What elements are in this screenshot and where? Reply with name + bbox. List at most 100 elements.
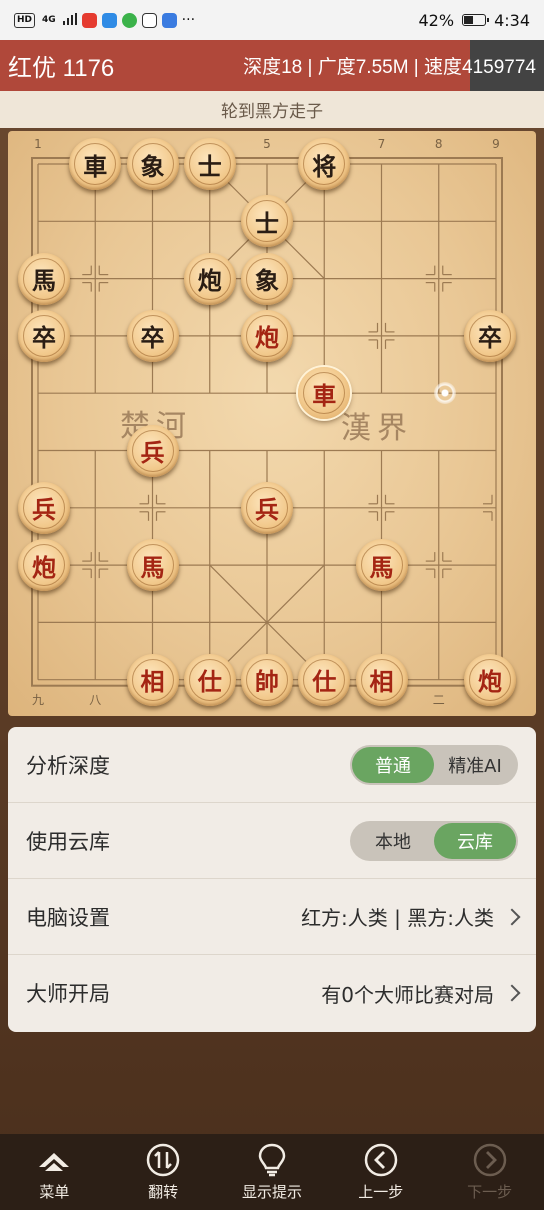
black-piece[interactable]: 象 bbox=[241, 252, 293, 305]
black-piece[interactable]: 将 bbox=[298, 138, 351, 190]
xiangqi-board[interactable]: 楚河 漢界 123456789九八七六五四三二一車象士将士馬炮象卒卒炮卒車兵兵兵… bbox=[8, 131, 536, 716]
piece-label: 兵 bbox=[131, 429, 174, 472]
piece-label: 仕 bbox=[188, 658, 231, 701]
piece-label: 将 bbox=[303, 143, 346, 185]
mail-icon bbox=[141, 12, 157, 28]
cloud-row: 使用云库 本地 云库 bbox=[8, 803, 536, 879]
red-piece[interactable]: 馬 bbox=[126, 539, 179, 592]
chevron-right-icon bbox=[503, 984, 521, 1002]
forward-arrow-icon bbox=[473, 1143, 507, 1177]
music-app-icon bbox=[161, 12, 177, 28]
black-piece[interactable]: 士 bbox=[183, 138, 236, 190]
red-piece[interactable]: 炮 bbox=[18, 539, 70, 592]
depth-label: 分析深度 bbox=[26, 753, 110, 778]
piece-label: 卒 bbox=[23, 314, 65, 357]
piece-label: 士 bbox=[246, 200, 288, 243]
piece-label: 象 bbox=[131, 143, 174, 185]
bottom-toolbar: 菜单 翻转 显示提示 上一步 下一步 bbox=[0, 1134, 544, 1210]
red-piece[interactable]: 兵 bbox=[18, 481, 70, 534]
red-piece[interactable]: 相 bbox=[355, 653, 408, 706]
clock: 4:34 bbox=[494, 10, 530, 30]
master-openings-label: 大师开局 bbox=[26, 982, 110, 1006]
top-coordinate-label: 7 bbox=[377, 137, 386, 151]
piece-label: 車 bbox=[303, 372, 346, 415]
black-piece[interactable]: 炮 bbox=[183, 252, 236, 305]
piece-label: 帥 bbox=[246, 658, 288, 701]
top-coordinate-label: 1 bbox=[34, 137, 42, 151]
red-piece[interactable]: 帥 bbox=[241, 653, 293, 706]
evaluation-score: 红优 1176 bbox=[8, 55, 115, 82]
red-piece[interactable]: 兵 bbox=[126, 424, 179, 477]
depth-option-normal[interactable]: 普通 bbox=[352, 746, 434, 783]
master-openings-value: 有0个大师比赛对局 bbox=[321, 982, 494, 1007]
black-piece[interactable]: 卒 bbox=[464, 309, 516, 362]
lightbulb-icon bbox=[255, 1143, 289, 1177]
red-piece[interactable]: 車 bbox=[298, 367, 351, 420]
black-piece[interactable]: 卒 bbox=[126, 309, 179, 362]
red-piece[interactable]: 馬 bbox=[355, 539, 408, 592]
chat-app-icon bbox=[121, 12, 137, 28]
next-move-button[interactable]: 下一步 bbox=[440, 1143, 540, 1202]
more-icon: ··· bbox=[181, 12, 196, 28]
red-piece[interactable]: 炮 bbox=[241, 309, 293, 362]
cloud-option-local[interactable]: 本地 bbox=[352, 823, 434, 859]
piece-label: 馬 bbox=[131, 544, 174, 587]
menu-label: 菜单 bbox=[39, 1182, 70, 1201]
previous-move-label: 上一步 bbox=[358, 1182, 404, 1201]
red-piece[interactable]: 仕 bbox=[183, 653, 236, 706]
cloud-toggle[interactable]: 本地 云库 bbox=[350, 820, 518, 861]
piece-label: 炮 bbox=[188, 257, 231, 300]
next-move-label: 下一步 bbox=[467, 1182, 513, 1201]
status-bar: HD 4G ··· 42% 4:34 bbox=[0, 0, 544, 40]
river-label-right: 漢界 bbox=[341, 411, 413, 446]
depth-option-precise-ai[interactable]: 精准AI bbox=[434, 747, 516, 783]
bottom-coordinate-label: 九 bbox=[31, 693, 45, 707]
red-piece[interactable]: 兵 bbox=[241, 481, 293, 534]
piece-label: 相 bbox=[131, 658, 174, 701]
flip-button[interactable]: 翻转 bbox=[113, 1143, 213, 1202]
flip-label: 翻转 bbox=[148, 1182, 179, 1201]
top-coordinate-label: 9 bbox=[492, 137, 500, 151]
piece-label: 士 bbox=[188, 143, 231, 185]
master-openings-row[interactable]: 大师开局 有0个大师比赛对局 bbox=[8, 955, 536, 1031]
piece-label: 卒 bbox=[469, 314, 511, 357]
computer-settings-label: 电脑设置 bbox=[26, 905, 110, 930]
network-4g-icon: 4G bbox=[42, 14, 56, 25]
piece-label: 車 bbox=[74, 143, 117, 185]
computer-settings-value: 红方:人类 | 黑方:人类 bbox=[301, 906, 494, 930]
piece-label: 炮 bbox=[246, 314, 288, 357]
status-icons: HD 4G ··· bbox=[14, 11, 195, 29]
piece-label: 兵 bbox=[23, 486, 65, 529]
black-piece[interactable]: 士 bbox=[241, 195, 293, 248]
black-piece[interactable]: 象 bbox=[126, 138, 179, 190]
battery-percent: 42% bbox=[418, 10, 455, 30]
black-piece[interactable]: 車 bbox=[69, 138, 122, 190]
cloud-option-cloud[interactable]: 云库 bbox=[434, 822, 516, 859]
top-coordinate-label: 5 bbox=[263, 137, 271, 151]
red-piece[interactable]: 仕 bbox=[298, 653, 351, 706]
black-piece[interactable]: 卒 bbox=[18, 309, 70, 362]
evaluation-bar: 红优 1176 深度18 | 广度7.55M | 速度4159774 bbox=[0, 40, 544, 91]
piece-label: 炮 bbox=[23, 544, 65, 587]
menu-button[interactable]: 菜单 bbox=[4, 1143, 104, 1202]
piece-label: 仕 bbox=[303, 658, 346, 701]
back-arrow-icon bbox=[364, 1143, 398, 1177]
menu-icon bbox=[37, 1143, 71, 1177]
black-piece[interactable]: 馬 bbox=[18, 252, 70, 305]
computer-settings-row[interactable]: 电脑设置 红方:人类 | 黑方:人类 bbox=[8, 879, 536, 955]
piece-label: 馬 bbox=[360, 544, 403, 587]
piece-label: 象 bbox=[246, 257, 288, 300]
top-coordinate-label: 8 bbox=[434, 137, 443, 151]
red-piece[interactable]: 相 bbox=[126, 653, 179, 706]
battery-icon bbox=[462, 14, 490, 26]
red-piece[interactable]: 炮 bbox=[464, 653, 516, 706]
hint-button[interactable]: 显示提示 bbox=[222, 1143, 322, 1202]
engine-stats: 深度18 | 广度7.55M | 速度4159774 bbox=[243, 57, 536, 78]
last-move-marker bbox=[433, 382, 456, 405]
depth-toggle[interactable]: 普通 精准AI bbox=[350, 744, 518, 785]
turn-indicator: 轮到黑方走子 bbox=[0, 91, 544, 128]
hd-icon: HD bbox=[14, 12, 36, 28]
previous-move-button[interactable]: 上一步 bbox=[331, 1143, 431, 1202]
bottom-coordinate-label: 八 bbox=[89, 693, 102, 707]
bottom-coordinate-label: 二 bbox=[432, 693, 445, 707]
